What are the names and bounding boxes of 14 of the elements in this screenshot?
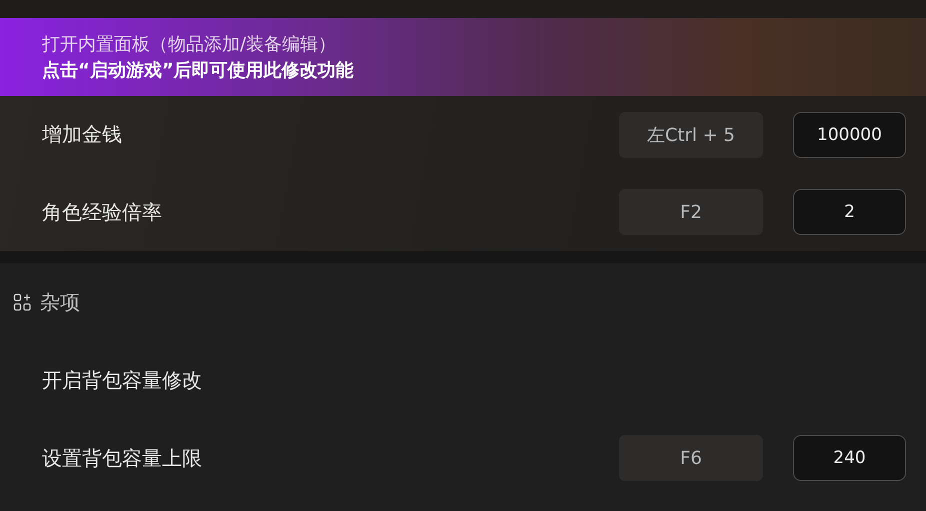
banner-title: 打开内置面板（物品添加/装备编辑） [42,33,338,56]
banner-subtitle: 点击“启动游戏”后即可使用此修改功能 [42,59,355,82]
setting-label: 开启背包容量修改 [42,366,203,394]
setting-label: 角色经验倍率 [42,198,163,226]
setting-label: 设置背包容量上限 [42,444,203,472]
value-field[interactable]: 240 [793,435,906,481]
setting-label: 增加金钱 [42,121,123,148]
value-field[interactable]: 100000 [793,112,906,158]
hotkey-button[interactable]: 左Ctrl + 5 [619,112,763,158]
value-field[interactable]: 2 [793,189,906,235]
apps-add-icon [13,292,32,312]
hotkey-button[interactable]: F6 [619,435,763,481]
hotkey-button[interactable]: F2 [619,189,763,235]
section-title: 杂项 [40,288,80,316]
